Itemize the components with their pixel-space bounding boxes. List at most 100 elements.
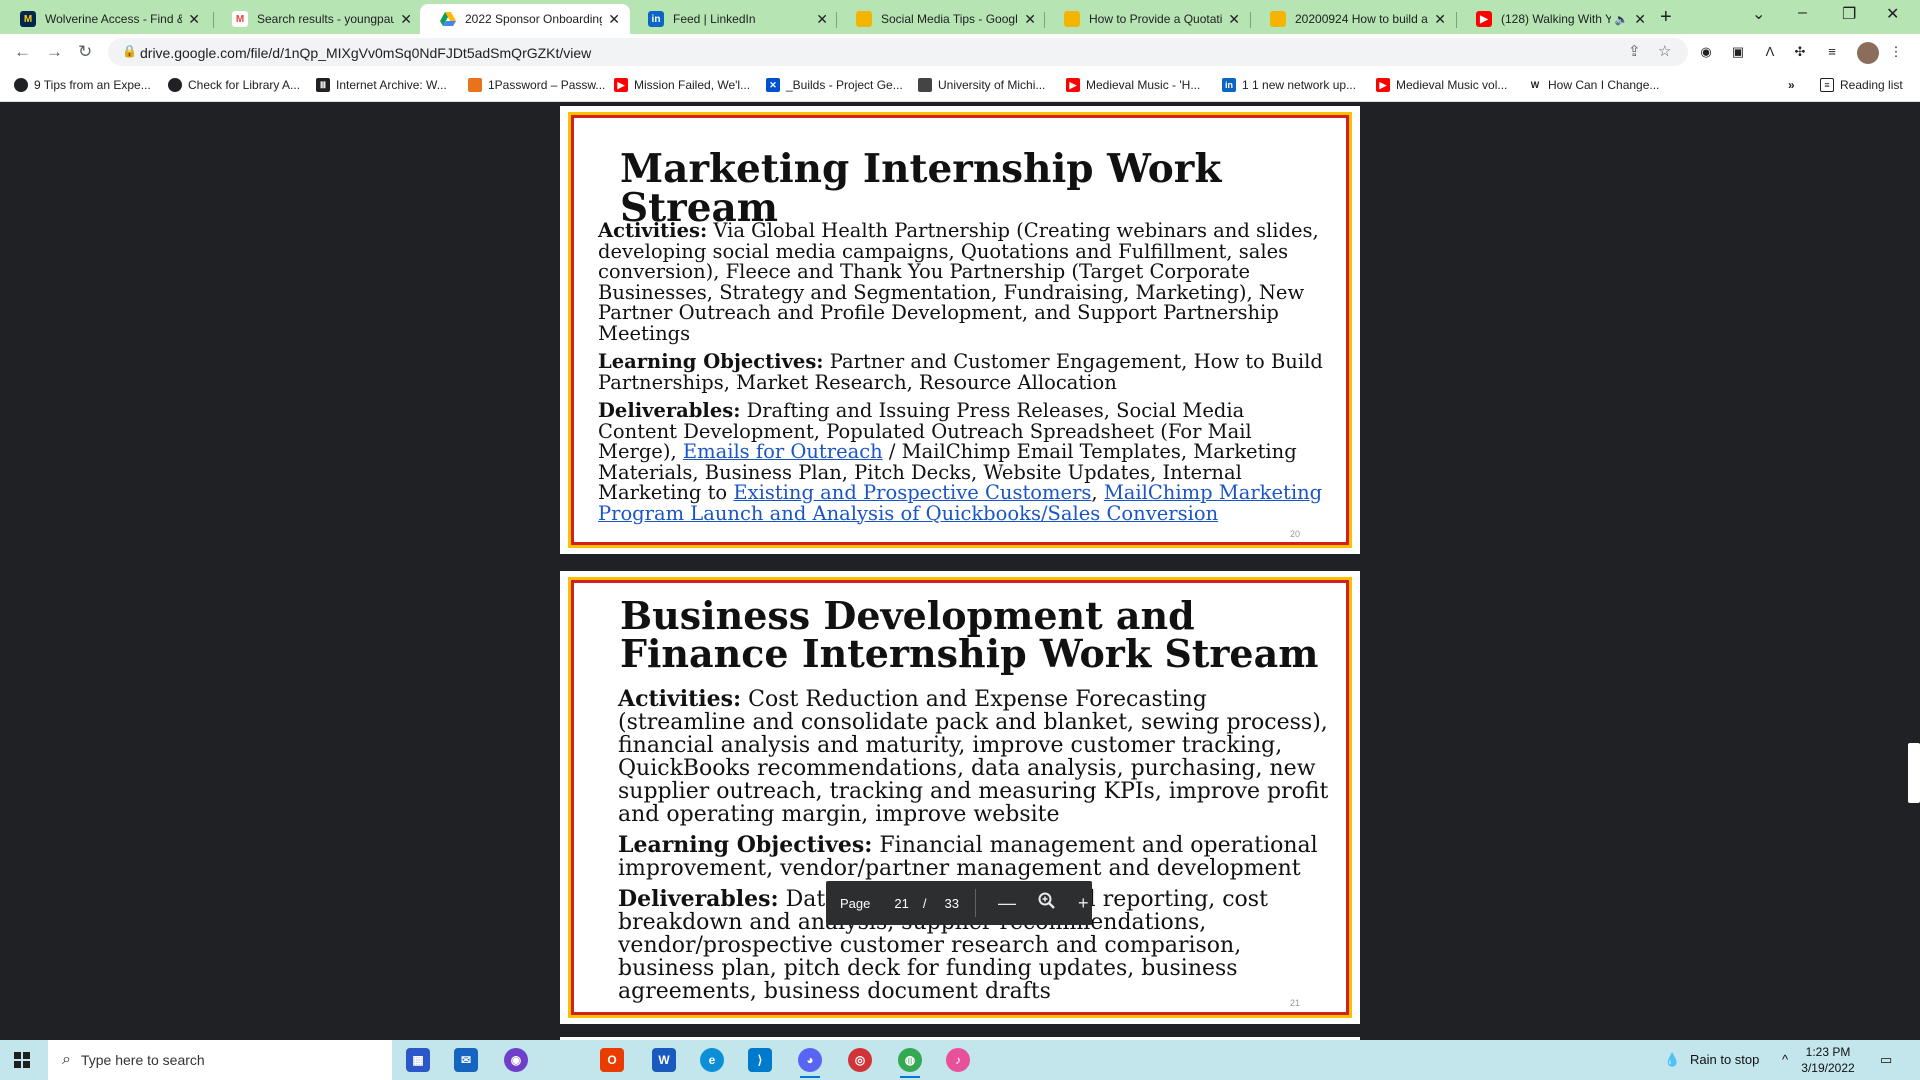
slide-page-20: Marketing Internship Work Stream Activit… xyxy=(560,106,1360,554)
bookmarks-bar: 9 Tips from an Expe... Check for Library… xyxy=(0,70,1920,102)
app-red-icon[interactable]: ◎ xyxy=(848,1048,872,1072)
menu-dots-icon[interactable]: ⋮ xyxy=(1888,44,1904,60)
clock-date: 3/19/2022 xyxy=(1801,1061,1855,1075)
close-icon[interactable]: ✕ xyxy=(188,11,200,28)
slide-page-21: Business Development and Finance Interns… xyxy=(560,571,1360,1024)
lock-icon[interactable]: 🔒 xyxy=(122,44,137,58)
restore-icon[interactable]: ❐ xyxy=(1842,4,1856,24)
close-icon[interactable]: ✕ xyxy=(608,11,620,28)
zoom-out-button[interactable]: — xyxy=(998,893,1016,914)
slide-body: Activities: Cost Reduction and Expense F… xyxy=(618,688,1338,1011)
tab-sponsor-onboarding[interactable]: 2022 Sponsor Onboarding ✕ xyxy=(420,4,630,34)
mail-app-icon[interactable]: ✉ xyxy=(454,1048,478,1072)
total-pages: 33 xyxy=(944,895,959,911)
office-icon[interactable]: O xyxy=(600,1048,624,1072)
youtube-icon: ▶ xyxy=(1376,78,1390,92)
close-window-icon[interactable]: ✕ xyxy=(1886,4,1899,24)
bookmark-star-icon[interactable]: ☆ xyxy=(1658,42,1671,60)
minimize-icon[interactable]: – xyxy=(1798,4,1807,22)
extension-a-icon[interactable]: Ʌ xyxy=(1762,44,1778,60)
reload-icon[interactable]: ↻ xyxy=(78,42,92,62)
clock-time: 1:23 PM xyxy=(1805,1045,1851,1059)
linkedin-icon: in xyxy=(648,11,664,27)
linkedin-icon: in xyxy=(1222,78,1236,92)
archive-icon: Ⅲ xyxy=(316,78,330,92)
bookmark-item[interactable]: ▶ Medieval Music - 'H... xyxy=(1066,78,1200,92)
close-icon[interactable]: ✕ xyxy=(1228,11,1240,28)
tab-wolverine-access[interactable]: M Wolverine Access - Find & ✕ xyxy=(0,4,210,34)
zoom-icon[interactable] xyxy=(1038,892,1056,915)
bookmark-item[interactable]: ▶ Mission Failed, We'l... xyxy=(614,78,750,92)
notifications-icon[interactable]: ▭ xyxy=(1880,1052,1892,1068)
scrollbar-thumb[interactable] xyxy=(1908,743,1920,803)
tab-linkedin-feed[interactable]: in Feed | LinkedIn ✕ xyxy=(628,4,838,34)
close-icon[interactable]: ✕ xyxy=(400,11,412,28)
chrome-icon[interactable]: ◍ xyxy=(898,1048,922,1078)
back-icon[interactable]: ← xyxy=(14,42,31,62)
extension-screen-icon[interactable]: ▣ xyxy=(1730,44,1746,60)
zoom-in-button[interactable]: + xyxy=(1078,893,1089,914)
activities-label: Activities: xyxy=(618,686,742,712)
taskbar-clock[interactable]: 1:23 PM 3/19/2022 xyxy=(1788,1044,1868,1076)
umich-icon: M xyxy=(20,11,36,27)
windows-start-icon[interactable] xyxy=(14,1052,30,1068)
close-icon[interactable]: ✕ xyxy=(816,11,828,28)
tab-how-to-build[interactable]: 20200924 How to build a p ✕ xyxy=(1250,4,1456,34)
tab-youtube-walking[interactable]: ▶ (128) Walking With Yo 🔈 ✕ xyxy=(1456,4,1656,34)
calculator-app-icon[interactable]: ▦ xyxy=(406,1048,430,1072)
media-control-icon[interactable]: ≡ xyxy=(1824,44,1840,60)
tab-search-icon[interactable]: ⌄ xyxy=(1752,4,1765,24)
page-control: Page 21 / 33 — + xyxy=(826,881,1092,925)
reading-list-button[interactable]: ≡ Reading list xyxy=(1820,78,1903,92)
address-bar[interactable]: 🔒 drive.google.com/file/d/1nQp_MIXgVv0mS… xyxy=(108,38,1688,66)
bookmark-item[interactable]: 9 Tips from an Expe... xyxy=(14,78,151,92)
tab-quotation[interactable]: How to Provide a Quotatio ✕ xyxy=(1044,4,1250,34)
confluence-icon: ✕ xyxy=(766,78,780,92)
vscode-icon[interactable]: ⟩ xyxy=(748,1048,772,1072)
bookmark-item[interactable]: 1Password – Passw... xyxy=(468,78,605,92)
divider xyxy=(974,889,976,917)
google-slides-icon xyxy=(856,11,872,27)
tab-gmail-search[interactable]: M Search results - youngpaul ✕ xyxy=(212,4,422,34)
more-bookmarks-button[interactable]: » xyxy=(1788,78,1795,92)
profile-avatar[interactable] xyxy=(1857,42,1879,64)
bookmark-item[interactable]: in 1 1 new network up... xyxy=(1222,78,1356,92)
search-icon: ⌕ xyxy=(62,1051,71,1068)
reading-list-icon: ≡ xyxy=(1820,78,1834,92)
youtube-icon: ▶ xyxy=(1066,78,1080,92)
page-separator: / xyxy=(922,895,927,911)
speaker-icon[interactable]: 🔈 xyxy=(1615,13,1629,26)
bookmark-item[interactable]: ✕ _Builds - Project Ge... xyxy=(766,78,903,92)
bookmark-item[interactable]: University of Michi... xyxy=(918,78,1045,92)
bookmark-item[interactable]: Check for Library A... xyxy=(168,78,300,92)
tab-social-media-tips[interactable]: Social Media Tips - Google ✕ xyxy=(836,4,1046,34)
github-desktop-icon[interactable]: ◉ xyxy=(504,1048,528,1072)
bookmark-item[interactable]: Ⅲ Internet Archive: W... xyxy=(316,78,447,92)
slide-page-number: 21 xyxy=(1290,998,1301,1008)
forward-icon[interactable]: → xyxy=(46,42,63,62)
google-drive-icon xyxy=(440,11,456,27)
new-tab-button[interactable]: + xyxy=(1660,6,1672,29)
weather-text[interactable]: Rain to stop xyxy=(1690,1052,1759,1067)
itunes-icon[interactable]: ♪ xyxy=(946,1048,970,1072)
wikihow-icon: W xyxy=(1528,78,1542,92)
extension-grammarly-icon[interactable]: ◉ xyxy=(1698,44,1714,60)
current-page-input[interactable]: 21 xyxy=(894,896,908,911)
bookmark-item[interactable]: ▶ Medieval Music vol... xyxy=(1376,78,1507,92)
bookmark-item[interactable]: W How Can I Change... xyxy=(1528,78,1659,92)
discord-icon[interactable]: ◕ xyxy=(798,1048,822,1078)
share-icon[interactable]: ⇪ xyxy=(1628,42,1641,60)
edge-icon[interactable]: e xyxy=(700,1048,724,1072)
url-text[interactable]: drive.google.com/file/d/1nQp_MIXgVv0mSq0… xyxy=(140,45,591,61)
word-icon[interactable]: W xyxy=(652,1048,676,1072)
close-icon[interactable]: ✕ xyxy=(1434,11,1446,28)
onepassword-icon xyxy=(468,78,482,92)
taskbar-search[interactable]: ⌕ Type here to search xyxy=(48,1040,392,1080)
search-placeholder: Type here to search xyxy=(80,1052,205,1068)
google-slides-icon xyxy=(1064,11,1080,27)
extensions-puzzle-icon[interactable]: ✣ xyxy=(1792,44,1808,60)
close-icon[interactable]: ✕ xyxy=(1634,11,1646,28)
weather-icon[interactable]: 💧 xyxy=(1664,1052,1680,1068)
close-icon[interactable]: ✕ xyxy=(1024,11,1036,28)
windows-taskbar: ⌕ Type here to search ▦ ✉ ◉ O W e ⟩ ◕ ◎ … xyxy=(0,1040,1920,1080)
